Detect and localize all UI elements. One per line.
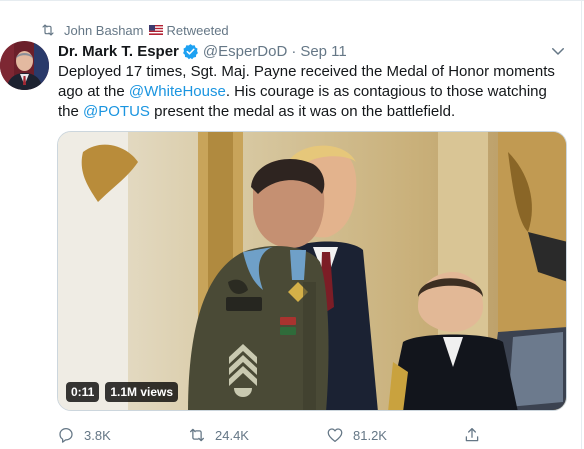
reply-count: 3.8K [84,427,111,443]
us-flag-icon [148,25,163,35]
retweet-icon [42,24,54,36]
retweet-count: 24.4K [215,427,249,443]
chevron-down-icon[interactable] [549,42,567,60]
like-count: 81.2K [353,427,387,443]
share-button[interactable] [463,425,490,445]
divider [581,0,582,449]
avatar[interactable] [0,41,49,90]
divider [0,0,584,1]
share-icon [465,427,479,442]
tweet-actions: 3.8K 24.4K 81.2K [57,425,517,445]
video-player[interactable]: 0:11 1.1M views [57,131,567,411]
avatar-image [0,41,49,90]
mention-link-whitehouse[interactable]: @WhiteHouse [129,83,226,100]
separator-dot: · [291,42,297,60]
tweet-header: Dr. Mark T. Esper @EsperDoD · Sep 11 [58,41,347,61]
retweet-icon [189,428,205,442]
like-button[interactable]: 81.2K [326,425,387,445]
tweet-text-segment: ago at the [58,83,129,100]
author-handle[interactable]: @EsperDoD [203,43,287,60]
video-views-badge: 1.1M views [105,382,179,402]
tweet-text-segment: the [58,103,84,120]
video-duration-badge: 0:11 [66,382,100,402]
retweet-context: John Basham Retweeted [40,22,229,38]
tweet-text-line: ago at the @WhiteHouse. His courage is a… [58,82,568,102]
video-frame [58,132,566,410]
heart-icon [327,428,343,443]
verified-badge-icon [182,43,198,59]
video-overlay: 0:11 1.1M views [66,382,179,402]
mention-link-potus[interactable]: @POTUS [83,103,150,120]
retweeter-name[interactable]: John Basham [64,23,144,38]
author-display-name[interactable]: Dr. Mark T. Esper [58,43,179,60]
tweet-text: Deployed 17 times, Sgt. Maj. Payne recei… [58,62,568,122]
retweet-button[interactable]: 24.4K [188,425,249,445]
tweet-text-line: the @POTUS present the medal as it was o… [58,102,568,122]
tweet-card[interactable]: John Basham Retweeted Dr. Mark T. Esper [0,0,584,449]
reply-icon [59,427,73,443]
tweet-date[interactable]: Sep 11 [300,43,346,60]
tweet-text-line: Deployed 17 times, Sgt. Maj. Payne recei… [58,62,568,82]
retweeted-label: Retweeted [166,22,229,38]
reply-button[interactable]: 3.8K [57,425,111,445]
tweet-text-segment: . His courage is as contagious to those … [225,83,547,100]
tweet-text-segment: Deployed 17 times, Sgt. Maj. Payne recei… [58,63,555,80]
tweet-text-segment: present the medal as it was on the battl… [149,103,456,120]
